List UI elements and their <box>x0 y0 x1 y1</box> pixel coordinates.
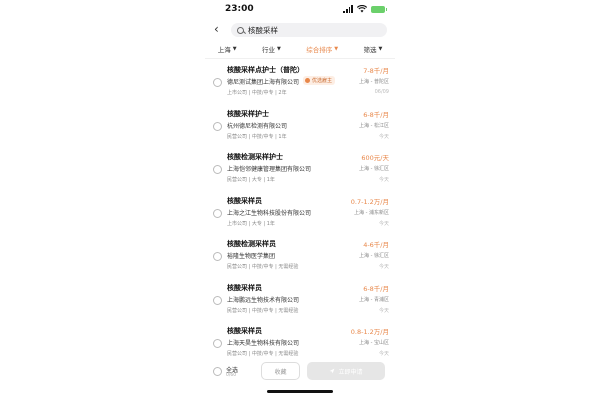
job-salary: 6-8千/月 <box>363 284 389 293</box>
job-item[interactable]: 核酸检测采样员 4-6千/月 裕隆生物医学集团 上海 - 徐汇区 民营公司 | … <box>205 236 395 280</box>
filter-label: 筛选 <box>363 46 377 54</box>
phone-screen: 23:00 ‹ 核酸采样 上海 ▼ 行业 ▼ 综合排序 ▼ 筛选 ▼ 核酸采样点… <box>205 0 395 400</box>
job-location: 上海 - 宝山区 <box>359 340 389 346</box>
job-tags: 民营公司 | 中技/中专 | 1年 <box>227 133 287 140</box>
search-input[interactable]: 核酸采样 <box>231 23 387 37</box>
apply-button[interactable]: 立即申请 <box>307 362 385 380</box>
divider <box>205 58 395 59</box>
back-arrow-icon[interactable]: ‹ <box>214 22 219 36</box>
filter-label: 上海 <box>217 46 231 54</box>
job-company: 德尼测试集团上海有限公司 <box>227 79 300 86</box>
filter-sort[interactable]: 综合排序 ▼ <box>306 43 338 55</box>
selected-count: 0/60 <box>226 373 237 378</box>
status-time: 23:00 <box>225 4 254 14</box>
job-salary: 0.8-1.2万/月 <box>350 328 389 336</box>
job-title: 核酸采样员 <box>227 196 262 205</box>
apply-label: 立即申请 <box>338 368 363 376</box>
job-tags: 上市公司 | 中技/中专 | 2年 <box>227 90 287 96</box>
job-salary: 6-8千/月 <box>363 110 389 119</box>
favorite-button[interactable]: 收藏 <box>261 362 300 380</box>
home-indicator <box>267 390 333 393</box>
job-date: 今天 <box>378 220 389 227</box>
job-list: 核酸采样点护士（普陀） 7-8千/月 德尼测试集团上海有限公司 优选雇主 上海 … <box>205 62 395 367</box>
job-tags: 民营公司 | 大专 | 1年 <box>227 177 275 183</box>
job-salary: 7-8千/月 <box>363 67 389 75</box>
filter-more[interactable]: 筛选 ▼ <box>363 43 382 55</box>
job-select-radio[interactable] <box>213 78 222 87</box>
chevron-down-icon: ▼ <box>334 46 339 52</box>
search-query: 核酸采样 <box>248 25 278 35</box>
wifi-icon <box>357 5 367 13</box>
job-date: 今天 <box>378 307 389 314</box>
chevron-down-icon: ▼ <box>378 46 383 52</box>
bottom-action-bar: 全选 0/60 收藏 立即申请 <box>205 358 395 386</box>
job-location: 上海 - 青浦区 <box>359 296 389 303</box>
chevron-down-icon: ▼ <box>276 46 281 52</box>
job-location: 上海 - 浦东新区 <box>354 209 389 216</box>
filter-city[interactable]: 上海 ▼ <box>218 43 237 55</box>
job-location: 上海 - 徐汇区 <box>359 253 389 259</box>
job-tags: 民营公司 | 中技/中专 | 无需经验 <box>227 264 299 270</box>
job-date: 今天 <box>378 177 389 183</box>
job-tags: 民营公司 | 中技/中专 | 无需经验 <box>227 307 299 314</box>
job-select-radio[interactable] <box>213 165 222 174</box>
job-company: 杭州德尼检测有限公司 <box>227 122 288 130</box>
job-title: 核酸采样护士 <box>227 109 269 118</box>
favorite-label: 收藏 <box>274 368 287 376</box>
job-title: 核酸检测采样护士 <box>227 153 283 161</box>
job-company: 上海之江生物科技股份有限公司 <box>227 209 312 217</box>
filter-label: 综合排序 <box>306 46 333 54</box>
status-icons <box>343 5 387 13</box>
job-select-radio[interactable] <box>213 339 222 348</box>
job-company: 裕隆生物医学集团 <box>227 253 276 260</box>
job-date: 今天 <box>378 133 389 140</box>
search-row: ‹ 核酸采样 <box>205 21 395 39</box>
job-item[interactable]: 核酸采样护士 6-8千/月 杭州德尼检测有限公司 上海 - 松江区 民营公司 |… <box>205 106 395 150</box>
cellular-signal-icon <box>343 5 353 13</box>
search-icon <box>237 26 244 34</box>
job-select-radio[interactable] <box>213 252 222 261</box>
chevron-down-icon: ▼ <box>232 46 237 52</box>
filter-bar: 上海 ▼ 行业 ▼ 综合排序 ▼ 筛选 ▼ <box>205 43 395 55</box>
job-item[interactable]: 核酸采样点护士（普陀） 7-8千/月 德尼测试集团上海有限公司 优选雇主 上海 … <box>205 62 395 106</box>
job-select-radio[interactable] <box>213 121 222 131</box>
filter-label: 行业 <box>261 46 275 54</box>
battery-icon <box>371 5 387 13</box>
job-tags: 民营公司 | 中技/中专 | 无需经验 <box>227 351 299 357</box>
job-date: 06/09 <box>374 89 389 95</box>
job-tags: 上市公司 | 大专 | 1年 <box>227 220 275 227</box>
job-select-radio[interactable] <box>213 295 222 305</box>
job-title: 核酸检测采样员 <box>227 240 276 248</box>
badge-icon <box>305 78 310 83</box>
job-title: 核酸采样点护士（普陀） <box>227 66 304 74</box>
job-item[interactable]: 核酸采样员 6-8千/月 上海鹏远生物技术有限公司 上海 - 青浦区 民营公司 … <box>205 280 395 324</box>
job-select-radio[interactable] <box>213 208 222 218</box>
job-company: 上海恺邻健康管理集团有限公司 <box>227 166 312 173</box>
status-bar: 23:00 <box>205 0 395 20</box>
job-salary: 4-6千/月 <box>363 241 389 249</box>
job-item[interactable]: 核酸检测采样护士 600元/天 上海恺邻健康管理集团有限公司 上海 - 徐汇区 … <box>205 149 395 193</box>
job-title: 核酸采样员 <box>227 283 262 292</box>
send-icon <box>330 368 335 374</box>
job-company: 上海天昊生物科技有限公司 <box>227 340 300 347</box>
job-location: 上海 - 普陀区 <box>359 79 389 85</box>
job-location: 上海 - 徐汇区 <box>359 166 389 172</box>
badge-label: 优选雇主 <box>312 78 333 84</box>
select-all-radio[interactable] <box>213 367 222 376</box>
job-date: 今天 <box>378 351 389 357</box>
job-date: 今天 <box>378 264 389 270</box>
job-item[interactable]: 核酸采样员 0.7-1.2万/月 上海之江生物科技股份有限公司 上海 - 浦东新… <box>205 193 395 237</box>
job-salary: 600元/天 <box>361 154 389 162</box>
job-location: 上海 - 松江区 <box>359 122 389 129</box>
filter-industry[interactable]: 行业 ▼ <box>262 43 281 55</box>
job-company: 上海鹏远生物技术有限公司 <box>227 296 300 304</box>
employer-badge: 优选雇主 <box>303 76 336 85</box>
job-title: 核酸采样员 <box>227 327 262 335</box>
job-salary: 0.7-1.2万/月 <box>350 197 389 206</box>
